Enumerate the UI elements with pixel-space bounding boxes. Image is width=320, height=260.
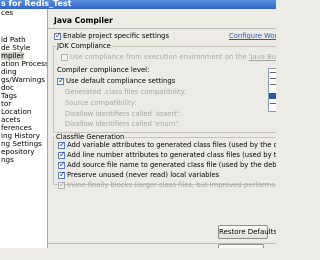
preserve-unused-vars-label: Preserve unused (never read) local varia… xyxy=(67,171,220,179)
java-build-path-link[interactable]: 'Java Build Path' xyxy=(249,53,276,61)
window-title: s for Redis_Test xyxy=(1,0,72,8)
compliance-level-dropdown[interactable] xyxy=(268,68,276,112)
use-env-compliance-label: Use compliance from execution environmen… xyxy=(70,53,276,61)
source-compat-label: Source compatibility: xyxy=(65,99,137,107)
use-default-compliance-checkbox[interactable] xyxy=(57,76,65,85)
class-compat-label: Generated .class files compatibility: xyxy=(65,88,187,96)
enum-identifiers-label: Disallow identifiers called 'enum': xyxy=(65,120,180,128)
add-line-number-checkbox[interactable] xyxy=(58,150,66,159)
window-titlebar: s for Redis_Test xyxy=(0,0,276,9)
use-env-compliance-checkbox[interactable] xyxy=(61,54,68,61)
add-source-file-label: Add source file name to generated class … xyxy=(67,161,276,169)
sidebar-item-resources[interactable]: ces xyxy=(1,9,13,17)
preferences-sidebar: ces ld Path de Style mpiler ation Proces… xyxy=(0,9,48,248)
preserve-unused-vars-checkbox[interactable] xyxy=(58,170,66,179)
jdk-compliance-title: JDK Compliance xyxy=(56,42,112,50)
restore-defaults-button[interactable]: Restore Defaults xyxy=(218,225,276,239)
enable-project-settings-checkbox[interactable] xyxy=(54,31,62,40)
main-panel: Java Compiler Enable project specific se… xyxy=(48,9,276,248)
header-divider xyxy=(48,28,276,29)
page-title: Java Compiler xyxy=(54,16,113,25)
use-default-compliance-label: Use default compliance settings xyxy=(66,77,176,85)
sidebar-item-settings[interactable]: ngs xyxy=(1,156,14,164)
add-variable-attributes-checkbox[interactable] xyxy=(58,140,66,149)
enable-project-settings-label: Enable project specific settings xyxy=(63,32,170,40)
compliance-level-label: Compiler compliance level: xyxy=(57,66,150,74)
add-line-number-label: Add line number attributes to generated … xyxy=(67,151,276,159)
inline-finally-checkbox[interactable] xyxy=(58,180,66,189)
configure-workspace-link[interactable]: Configure Worksp xyxy=(229,32,276,40)
inline-finally-label: Inline finally blocks (larger class file… xyxy=(67,181,276,189)
ok-button[interactable]: OK xyxy=(218,244,264,248)
assert-identifiers-label: Disallow identifiers called 'assert': xyxy=(65,110,181,118)
add-variable-attributes-label: Add variable attributes to generated cla… xyxy=(67,141,276,149)
add-source-file-checkbox[interactable] xyxy=(58,160,66,169)
